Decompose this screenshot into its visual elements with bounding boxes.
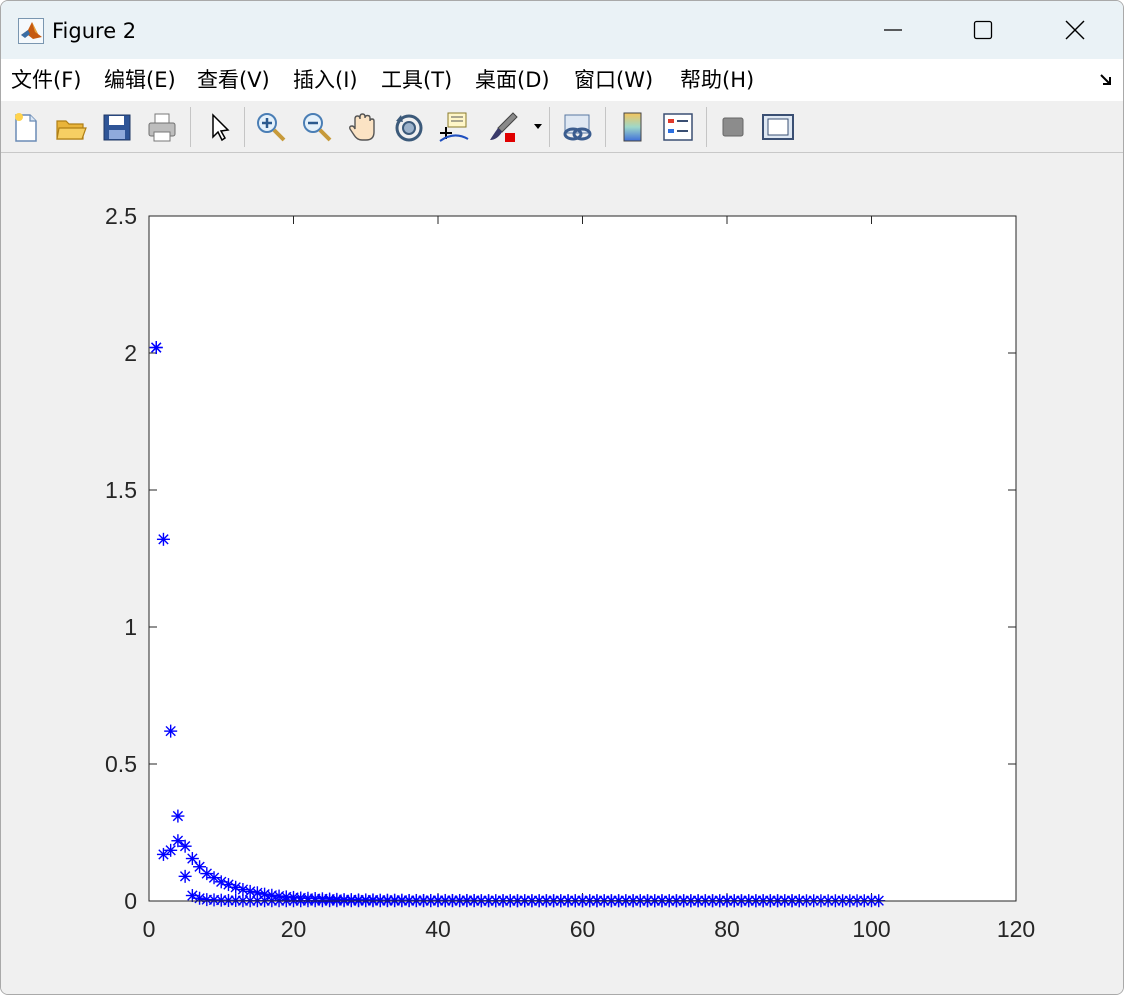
menu-help[interactable]: 帮助(H)	[680, 67, 754, 93]
data-point	[185, 852, 199, 866]
minimize-button[interactable]	[847, 1, 939, 59]
toolbar-separator	[190, 107, 191, 147]
edit-plot-arrow-icon	[212, 113, 230, 142]
y-tick-label: 0	[124, 888, 137, 914]
insert-colorbar-button[interactable]	[615, 109, 651, 145]
menu-tools[interactable]: 工具(T)	[381, 67, 452, 93]
menu-window[interactable]: 窗口(W)	[574, 67, 653, 93]
print-button[interactable]	[144, 109, 180, 145]
figure-toolbar	[1, 101, 1123, 153]
menu-file[interactable]: 文件(F)	[11, 67, 81, 93]
hide-plot-tools-button[interactable]	[715, 109, 751, 145]
y-tick-label: 2.5	[105, 203, 137, 229]
y-tick-label: 1	[124, 614, 137, 640]
save-icon	[103, 114, 131, 141]
data-cursor-button[interactable]	[436, 109, 472, 145]
link-plot-button[interactable]	[559, 109, 595, 145]
toolbar-separator	[549, 107, 550, 147]
rotate-3d-icon	[395, 114, 423, 142]
toolbar-separator	[244, 107, 245, 147]
brush-dropdown-icon[interactable]	[532, 122, 544, 132]
rotate-3d-button[interactable]	[391, 109, 427, 145]
insert-legend-button[interactable]	[660, 109, 696, 145]
menu-view[interactable]: 查看(V)	[197, 67, 270, 93]
legend-icon	[663, 113, 693, 141]
menu-bar: 文件(F) 编辑(E) 查看(V) 插入(I) 工具(T) 桌面(D) 窗口(W…	[1, 59, 1123, 102]
show-plot-tools-icon	[762, 114, 794, 140]
x-tick-label: 0	[143, 916, 156, 942]
toolbar-separator	[605, 107, 606, 147]
new-figure-button[interactable]	[8, 109, 44, 145]
x-tick-label: 40	[425, 916, 451, 942]
data-point	[171, 809, 185, 823]
close-icon	[1065, 20, 1085, 40]
close-button[interactable]	[1029, 1, 1121, 59]
zoom-out-button[interactable]	[299, 109, 335, 145]
axes-background	[149, 216, 1016, 901]
save-button[interactable]	[99, 109, 135, 145]
data-point	[171, 834, 185, 848]
window-title: Figure 2	[52, 19, 137, 43]
edit-plot-button[interactable]	[201, 109, 237, 145]
link-plot-icon	[563, 114, 592, 141]
data-cursor-icon	[439, 112, 469, 142]
data-point	[164, 843, 178, 857]
minimize-icon	[884, 29, 902, 31]
brush-icon	[490, 112, 518, 142]
x-tick-label: 120	[997, 916, 1035, 942]
dock-arrow-icon[interactable]	[1098, 72, 1114, 88]
y-tick-label: 0.5	[105, 751, 137, 777]
open-file-icon	[56, 120, 87, 140]
colorbar-icon	[623, 112, 642, 142]
data-point	[156, 532, 170, 546]
zoom-in-icon	[257, 113, 286, 142]
scatter-plot[interactable]: 0 20 40 60 80 100 120 0 0.5 1 1.5 2 2.5	[1, 153, 1123, 994]
x-tick-label: 60	[570, 916, 596, 942]
x-tick-label: 80	[714, 916, 740, 942]
data-point	[164, 724, 178, 738]
title-bar[interactable]: Figure 2	[1, 1, 1123, 59]
maximize-button[interactable]	[937, 1, 1029, 59]
data-point	[178, 839, 192, 853]
hide-plot-tools-icon	[722, 117, 744, 137]
figure-window: Figure 2 文件(F) 编辑(E) 查看(V) 插入(I) 工具(T) 桌…	[0, 0, 1124, 995]
y-tick-label: 1.5	[105, 477, 137, 503]
x-tick-label: 20	[281, 916, 307, 942]
data-point	[178, 869, 192, 883]
open-file-button[interactable]	[53, 109, 89, 145]
show-plot-tools-button[interactable]	[760, 109, 796, 145]
menu-edit[interactable]: 编辑(E)	[104, 67, 176, 93]
print-icon	[148, 113, 176, 142]
pan-hand-icon	[349, 113, 375, 141]
maximize-icon	[973, 20, 993, 40]
menu-insert[interactable]: 插入(I)	[293, 67, 358, 93]
data-point	[149, 341, 163, 355]
zoom-out-icon	[303, 113, 332, 142]
new-figure-icon	[15, 113, 37, 142]
zoom-in-button[interactable]	[253, 109, 289, 145]
y-tick-label: 2	[124, 340, 137, 366]
matlab-logo-icon	[18, 18, 44, 44]
menu-desktop[interactable]: 桌面(D)	[475, 67, 550, 93]
x-tick-label: 100	[852, 916, 890, 942]
pan-button[interactable]	[345, 109, 381, 145]
figure-canvas[interactable]: 0 20 40 60 80 100 120 0 0.5 1 1.5 2 2.5	[1, 153, 1123, 994]
toolbar-separator	[706, 107, 707, 147]
brush-button[interactable]	[485, 109, 521, 145]
